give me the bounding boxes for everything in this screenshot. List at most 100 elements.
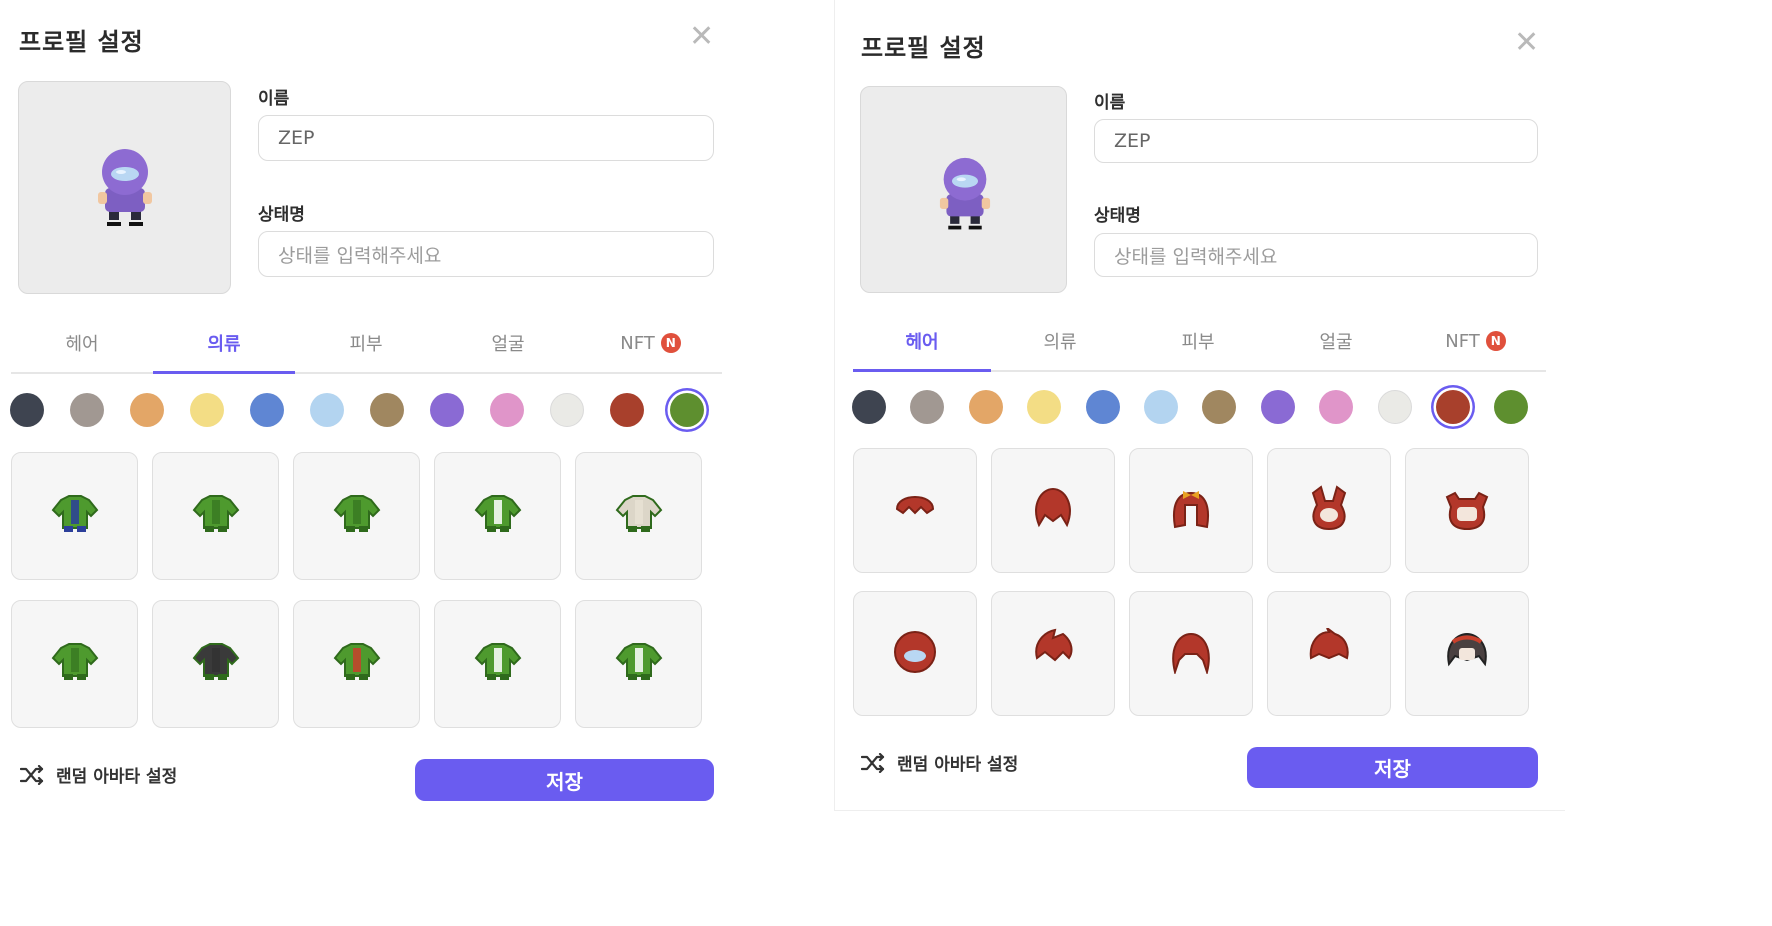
hair-item-tile[interactable] <box>853 448 977 573</box>
color-swatch[interactable] <box>1319 390 1354 424</box>
color-swatch[interactable] <box>968 390 1003 424</box>
color-swatch[interactable] <box>370 393 404 427</box>
tab-label: 피부 <box>1181 332 1215 353</box>
status-input[interactable]: 상태를 입력해주세요 <box>258 231 714 277</box>
new-badge: N <box>1485 331 1506 351</box>
random-avatar-label: 랜덤 아바타 설정 <box>897 755 1019 775</box>
status-label: 상태명 <box>1094 206 1141 226</box>
color-swatch[interactable] <box>1436 390 1470 424</box>
color-swatch[interactable] <box>852 390 886 424</box>
color-swatch[interactable] <box>130 393 164 427</box>
save-button[interactable]: 저장 <box>415 759 714 801</box>
color-swatch[interactable] <box>190 393 224 427</box>
color-swatch[interactable] <box>310 393 344 427</box>
color-swatch[interactable] <box>610 393 644 427</box>
clothing-item-tile[interactable] <box>152 600 279 728</box>
hair-item-tile[interactable] <box>1267 591 1391 716</box>
close-icon[interactable]: ✕ <box>1514 28 1539 58</box>
tab-skin[interactable]: 피부 <box>1129 318 1267 364</box>
color-swatch[interactable] <box>430 393 464 427</box>
clothing-item-tile[interactable] <box>434 600 561 728</box>
tab-clothing[interactable]: 의류 <box>153 320 295 366</box>
shuffle-icon <box>20 764 44 785</box>
tab-hair[interactable]: 헤어 <box>11 320 153 366</box>
tab-label: 헤어 <box>65 334 99 355</box>
tab-label: 헤어 <box>905 332 939 353</box>
tab-skin[interactable]: 피부 <box>295 320 437 366</box>
close-icon[interactable]: ✕ <box>689 22 714 52</box>
random-avatar-button[interactable]: 랜덤 아바타 설정 <box>861 750 1018 775</box>
clothing-item-tile[interactable] <box>11 600 138 728</box>
hair-thumbnail <box>891 485 939 536</box>
tab-clothing[interactable]: 의류 <box>991 318 1129 364</box>
hair-item-tile[interactable] <box>1267 448 1391 573</box>
color-swatch[interactable] <box>910 390 945 424</box>
hair-item-tile[interactable] <box>1405 591 1529 716</box>
clothing-item-tile[interactable] <box>293 600 420 728</box>
clothing-thumbnail <box>192 494 240 539</box>
color-swatch[interactable] <box>250 393 284 427</box>
hair-item-tile[interactable] <box>1129 448 1253 573</box>
dialog-title: 프로필 설정 <box>19 28 144 56</box>
color-swatch[interactable] <box>670 393 704 427</box>
tabs-divider <box>11 372 722 374</box>
color-swatch[interactable] <box>70 393 104 427</box>
shuffle-icon <box>861 752 885 773</box>
hair-item-tile[interactable] <box>991 591 1115 716</box>
clothing-thumbnail <box>192 642 240 687</box>
name-label: 이름 <box>258 89 290 109</box>
color-swatch[interactable] <box>1027 390 1062 424</box>
clothing-thumbnail <box>474 494 522 539</box>
name-input[interactable]: ZEP <box>1094 119 1538 163</box>
color-swatch[interactable] <box>550 393 584 427</box>
avatar-preview <box>860 86 1067 293</box>
tab-label: 얼굴 <box>1319 332 1353 353</box>
tab-face[interactable]: 얼굴 <box>437 320 579 366</box>
color-swatch[interactable] <box>1494 390 1529 424</box>
hair-thumbnail <box>1443 485 1491 536</box>
clothing-item-tile[interactable] <box>575 452 702 580</box>
category-tabs: 헤어 의류 피부 얼굴 NFT N <box>853 318 1546 373</box>
clothing-item-tile[interactable] <box>575 600 702 728</box>
color-swatch[interactable] <box>10 393 44 427</box>
name-input[interactable]: ZEP <box>258 115 714 161</box>
hair-thumbnail <box>1029 628 1077 679</box>
hair-item-tile[interactable] <box>853 591 977 716</box>
clothing-thumbnail <box>51 642 99 687</box>
color-swatch[interactable] <box>1144 390 1178 424</box>
tab-nft[interactable]: NFT N <box>1405 318 1546 364</box>
save-button[interactable]: 저장 <box>1247 747 1538 788</box>
random-avatar-button[interactable]: 랜덤 아바타 설정 <box>20 762 177 787</box>
dialog-title: 프로필 설정 <box>861 34 986 62</box>
hair-item-tile[interactable] <box>1129 591 1253 716</box>
tab-hair[interactable]: 헤어 <box>853 318 991 364</box>
status-input[interactable]: 상태를 입력해주세요 <box>1094 233 1538 277</box>
hair-thumbnail <box>1305 485 1353 536</box>
hair-item-tile[interactable] <box>1405 448 1529 573</box>
color-swatch[interactable] <box>1202 390 1237 424</box>
active-tab-indicator <box>153 371 295 374</box>
item-grid <box>11 452 704 728</box>
profile-settings-dialog-right: 프로필 설정 ✕ 이름 ZEP 상태명 상태를 입력해주세요 헤어 의류 피부 … <box>834 0 1565 811</box>
hair-item-tile[interactable] <box>991 448 1115 573</box>
active-tab-indicator <box>853 369 991 372</box>
status-label: 상태명 <box>258 205 305 225</box>
clothing-item-tile[interactable] <box>152 452 279 580</box>
clothing-item-tile[interactable] <box>293 452 420 580</box>
hair-thumbnail <box>1167 628 1215 679</box>
item-grid <box>853 448 1529 716</box>
avatar-character <box>939 157 991 230</box>
tab-nft[interactable]: NFT N <box>579 320 722 366</box>
clothing-thumbnail <box>333 642 381 687</box>
color-swatch[interactable] <box>1260 390 1295 424</box>
clothing-item-tile[interactable] <box>11 452 138 580</box>
clothing-item-tile[interactable] <box>434 452 561 580</box>
tab-label: NFT <box>620 332 655 354</box>
avatar-preview <box>18 81 231 294</box>
color-swatch[interactable] <box>490 393 524 427</box>
color-swatch[interactable] <box>1085 390 1120 424</box>
color-swatch[interactable] <box>1377 390 1412 424</box>
tab-face[interactable]: 얼굴 <box>1267 318 1405 364</box>
name-label: 이름 <box>1094 93 1126 113</box>
tab-label: NFT <box>1445 330 1480 352</box>
